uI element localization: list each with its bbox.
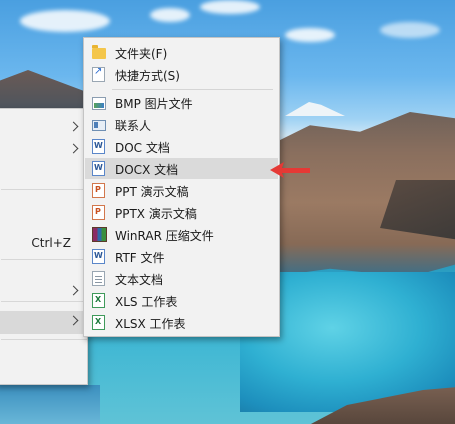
submenu-item-ppt[interactable]: PPT 演示文稿	[85, 180, 278, 201]
submenu-item-label: XLS 工作表	[115, 295, 178, 309]
doc-document-icon	[92, 139, 105, 154]
submenu-item-xlsx[interactable]: XLSX 工作表	[85, 312, 278, 333]
submenu-item-label: 联系人	[115, 119, 152, 133]
submenu-item-docx[interactable]: DOCX 文档	[85, 158, 278, 179]
chevron-right-icon	[68, 121, 79, 132]
context-menu-item-view[interactable]	[0, 119, 87, 141]
submenu-item-rtf[interactable]: RTF 文件	[85, 246, 278, 267]
context-menu-item-undo[interactable]: Ctrl+Z	[0, 233, 87, 255]
submenu-item-label: XLSX 工作表	[115, 317, 186, 331]
chevron-right-icon	[68, 315, 79, 326]
submenu-item-label: PPTX 演示文稿	[115, 207, 197, 221]
folder-icon	[92, 45, 106, 59]
context-menu-item-refresh[interactable]	[0, 163, 87, 185]
shortcut-icon	[92, 66, 105, 82]
submenu-item-contact[interactable]: 联系人	[85, 114, 278, 135]
contact-icon	[92, 120, 106, 131]
bmp-image-icon	[92, 97, 106, 110]
submenu-item-shortcut[interactable]: 快捷方式(S)	[85, 64, 278, 85]
submenu-item-pptx[interactable]: PPTX 演示文稿	[85, 202, 278, 223]
menu-divider	[112, 89, 273, 90]
word-docx-icon	[92, 161, 105, 176]
submenu-item-text[interactable]: 文本文档	[85, 268, 278, 289]
chevron-right-icon	[68, 285, 79, 296]
pptx-presentation-icon	[92, 205, 105, 220]
submenu-item-label: 快捷方式(S)	[115, 69, 180, 83]
xlsx-spreadsheet-icon	[92, 315, 105, 330]
submenu-item-label: DOC 文档	[115, 141, 170, 155]
submenu-item-label: BMP 图片文件	[115, 97, 193, 111]
chevron-right-icon	[68, 143, 79, 154]
submenu-item-bmp[interactable]: BMP 图片文件	[85, 92, 278, 113]
desktop-context-menu: Ctrl+Z	[0, 108, 88, 385]
submenu-item-folder[interactable]: 文件夹(F)	[85, 42, 278, 63]
context-menu-item-new[interactable]	[0, 311, 87, 334]
red-pointer-arrow-icon	[270, 162, 310, 178]
undo-shortcut-label: Ctrl+Z	[31, 236, 71, 250]
ppt-presentation-icon	[92, 183, 105, 198]
submenu-item-doc[interactable]: DOC 文档	[85, 136, 278, 157]
new-item-submenu: 文件夹(F) 快捷方式(S) BMP 图片文件 联系人 DOC 文档 DOCX …	[83, 37, 280, 337]
submenu-item-label: 文件夹(F)	[115, 47, 168, 61]
menu-divider	[1, 189, 87, 190]
submenu-item-label: 文本文档	[115, 273, 164, 287]
submenu-item-xls[interactable]: XLS 工作表	[85, 290, 278, 311]
context-menu-item-paste[interactable]	[0, 209, 87, 231]
menu-divider	[1, 259, 87, 260]
text-document-icon	[92, 271, 105, 286]
winrar-archive-icon	[92, 227, 107, 242]
context-menu-item-sort[interactable]	[0, 141, 87, 163]
submenu-item-label: DOCX 文档	[115, 163, 179, 177]
menu-divider	[1, 339, 87, 340]
submenu-item-label: WinRAR 压缩文件	[115, 229, 214, 243]
xls-spreadsheet-icon	[92, 293, 105, 308]
submenu-item-winrar[interactable]: WinRAR 压缩文件	[85, 224, 278, 245]
menu-divider	[1, 301, 87, 302]
submenu-item-label: RTF 文件	[115, 251, 165, 265]
submenu-item-label: PPT 演示文稿	[115, 185, 189, 199]
rtf-document-icon	[92, 249, 105, 264]
